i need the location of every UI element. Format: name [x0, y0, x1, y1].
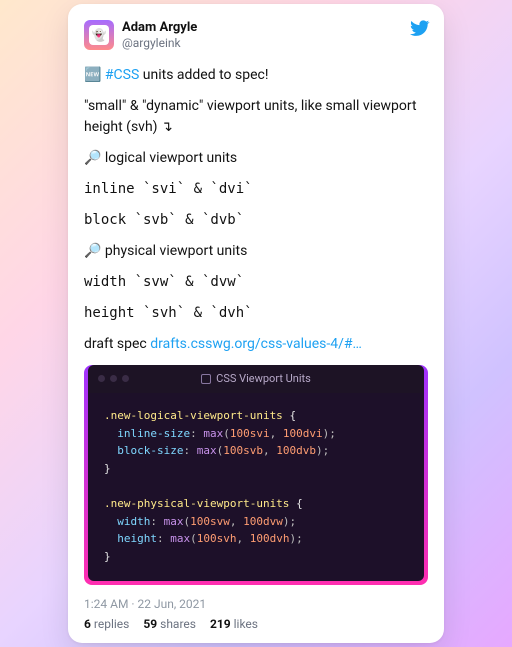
tweet-header: 👻 Adam Argyle @argyleink — [84, 20, 428, 51]
tweet-line: 🔎 logical viewport units — [84, 148, 428, 169]
tweet-line: width `svw` & `dvw` — [84, 272, 428, 293]
tweet-time: 1:24 AM — [84, 597, 128, 611]
tweet-line: block `svb` & `dvb` — [84, 210, 428, 231]
code-card-title-text: CSS Viewport Units — [216, 371, 311, 388]
spec-link[interactable]: drafts.csswg.org/css-values-4/#… — [150, 336, 362, 352]
code-card-body: .new-logical-viewport-units { inline-siz… — [88, 393, 424, 581]
text: units added to spec! — [139, 67, 268, 83]
tweet-card: 👻 Adam Argyle @argyleink 🆕 #CSS units ad… — [68, 4, 444, 644]
handle: @argyleink — [122, 36, 197, 51]
tweet-date: 22 Jun, 2021 — [138, 597, 207, 611]
tweet-line: inline `svi` & `dvi` — [84, 179, 428, 200]
shares-stat[interactable]: 59shares — [143, 617, 196, 631]
user-block[interactable]: Adam Argyle @argyleink — [122, 20, 197, 51]
tweet-line: draft spec drafts.csswg.org/css-values-4… — [84, 334, 428, 355]
tweet-line: 🔎 physical viewport units — [84, 241, 428, 262]
code-card-title: CSS Viewport Units — [88, 371, 424, 388]
new-emoji: 🆕 — [84, 67, 101, 83]
code-card: CSS Viewport Units .new-logical-viewport… — [84, 365, 428, 585]
code-card-chrome: CSS Viewport Units — [88, 365, 424, 393]
tweet-stats: 6replies 59shares 219likes — [84, 617, 428, 631]
tweet-line: 🆕 #CSS units added to spec! — [84, 65, 428, 86]
tweet-line: height `svh` & `dvh` — [84, 303, 428, 324]
avatar-emoji: 👻 — [89, 25, 109, 45]
likes-stat[interactable]: 219likes — [210, 617, 258, 631]
replies-stat[interactable]: 6replies — [84, 617, 129, 631]
text: draft spec — [84, 336, 150, 352]
tweet-meta: 1:24 AM · 22 Jun, 2021 — [84, 597, 428, 611]
separator: · — [128, 597, 137, 611]
window-icon — [201, 374, 211, 384]
avatar[interactable]: 👻 — [84, 20, 114, 50]
tweet-body: 🆕 #CSS units added to spec! "small" & "d… — [84, 65, 428, 585]
hashtag-css[interactable]: #CSS — [105, 67, 139, 83]
tweet-line: "small" & "dynamic" viewport units, like… — [84, 96, 428, 138]
display-name: Adam Argyle — [122, 20, 197, 36]
twitter-icon — [410, 18, 430, 38]
